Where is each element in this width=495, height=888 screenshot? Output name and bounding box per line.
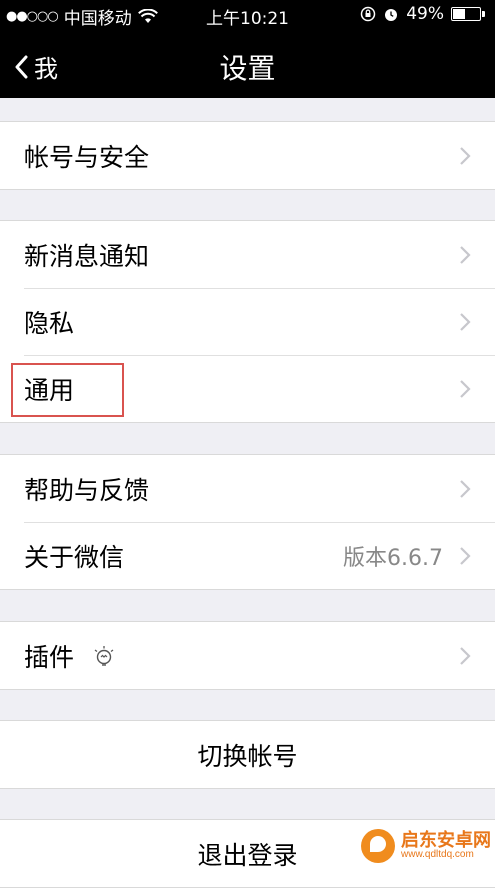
row-help-feedback[interactable]: 帮助与反馈: [0, 455, 495, 522]
switch-account-button[interactable]: 切换帐号: [0, 721, 495, 788]
chevron-right-icon: [460, 246, 471, 264]
alarm-icon: [385, 9, 398, 21]
battery-percent: 49%: [406, 4, 444, 24]
chevron-right-icon: [460, 480, 471, 498]
row-about[interactable]: 关于微信 版本6.6.7: [0, 522, 495, 589]
battery-fill: [453, 9, 465, 19]
chevron-right-icon: [460, 380, 471, 398]
watermark-logo-icon: [361, 829, 395, 863]
watermark-url: www.qdltdq.com: [401, 849, 474, 861]
settings-group-general: 新消息通知 隐私 通用: [0, 220, 495, 423]
row-label: 帮助与反馈: [24, 475, 150, 505]
row-label: 帐号与安全: [24, 142, 150, 172]
chevron-right-icon: [460, 547, 471, 565]
chevron-right-icon: [460, 147, 471, 165]
row-general[interactable]: 通用: [0, 355, 495, 422]
row-label: 关于微信: [24, 542, 125, 572]
navigation-bar: 我 设置: [0, 30, 495, 98]
settings-group-account: 帐号与安全: [0, 121, 495, 190]
row-privacy[interactable]: 隐私: [0, 288, 495, 355]
row-label: 插件: [24, 642, 75, 672]
row-label: 切换帐号: [197, 741, 298, 771]
row-label: 隐私: [24, 308, 75, 338]
settings-group-plugins: 插件: [0, 621, 495, 690]
version-value: 版本6.6.7: [343, 545, 443, 571]
settings-group-switch: 切换帐号: [0, 720, 495, 789]
status-bar: ●●○○○ 中国移动 上午10:21 49%: [0, 0, 495, 30]
rotation-lock-icon: [360, 6, 376, 22]
row-label: 新消息通知: [24, 241, 150, 271]
chevron-right-icon: [460, 647, 471, 665]
row-label: 通用: [24, 375, 75, 405]
bulb-icon: [94, 646, 114, 666]
watermark-name: 启东安卓网: [401, 830, 491, 851]
row-notifications[interactable]: 新消息通知: [0, 221, 495, 288]
chevron-right-icon: [460, 313, 471, 331]
watermark-text: 启东安卓网 www.qdltdq.com: [401, 831, 491, 860]
page-title: 设置: [219, 52, 276, 85]
row-account-security[interactable]: 帐号与安全: [0, 122, 495, 189]
watermark: 启东安卓网 www.qdltdq.com: [361, 829, 491, 863]
row-plugins[interactable]: 插件: [0, 622, 495, 689]
settings-group-help: 帮助与反馈 关于微信 版本6.6.7: [0, 454, 495, 590]
status-right: 49%: [360, 4, 485, 24]
battery-icon: [451, 7, 485, 21]
